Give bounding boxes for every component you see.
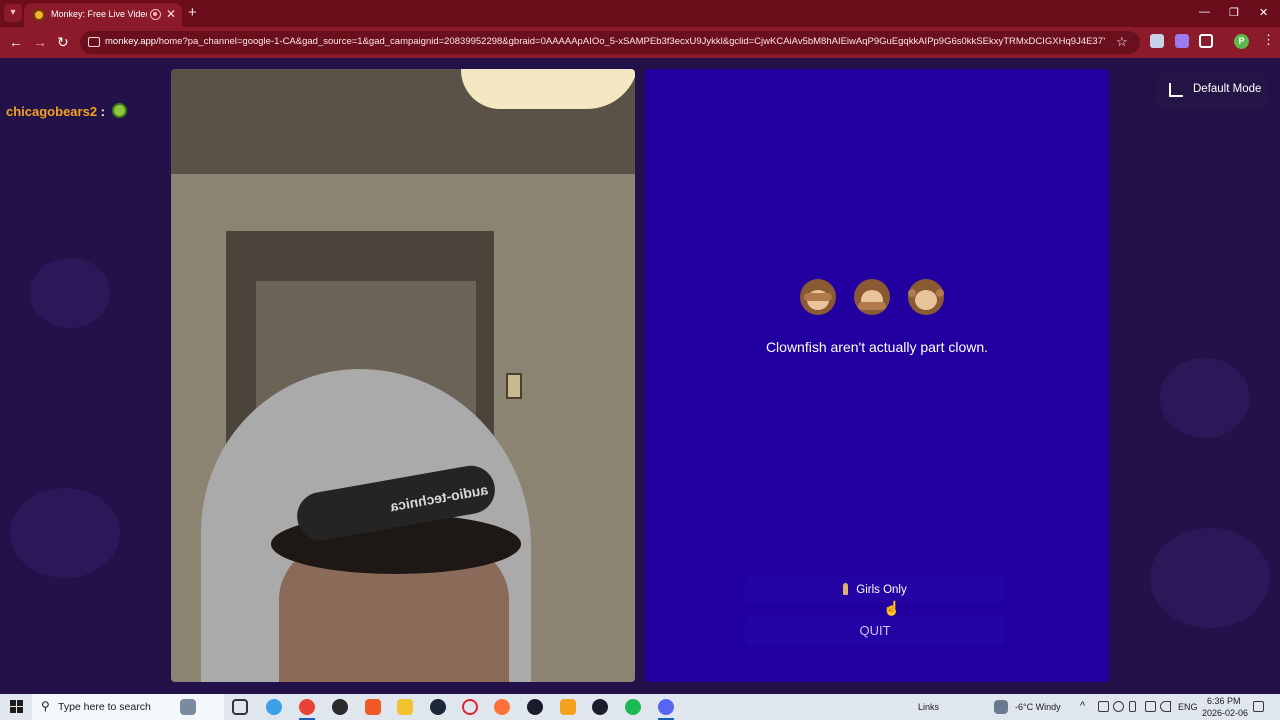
firefox-icon[interactable] — [494, 699, 510, 715]
weather-text[interactable]: -6°C Windy — [1015, 702, 1061, 712]
windows-start-icon[interactable] — [10, 700, 23, 713]
copilot-icon[interactable] — [266, 699, 282, 715]
monkey-app-page: chicagobears2 : audio-technica Clownfish… — [0, 58, 1280, 694]
girls-only-label: Girls Only — [856, 584, 907, 596]
windows-taskbar: ⚲ Type here to search Links -6°C Windy ^… — [0, 694, 1280, 720]
brave-icon[interactable] — [365, 699, 381, 715]
forward-button[interactable]: → — [33, 34, 47, 50]
network-icon[interactable] — [1145, 701, 1156, 712]
bookmark-star-icon[interactable]: ☆ — [1116, 34, 1128, 50]
sandbox-icon[interactable] — [180, 699, 196, 715]
back-button[interactable]: ← — [9, 34, 23, 50]
window-minimize-button[interactable]: — — [1199, 6, 1210, 18]
chat-message: chicagobears2 : — [6, 103, 127, 119]
profile-avatar[interactable]: P — [1234, 34, 1249, 49]
browser-toolbar: ← → ↻ monkey.app/home?pa_channel=google-… — [0, 27, 1280, 58]
see-no-evil-monkey-icon — [800, 279, 836, 315]
girl-icon — [843, 583, 849, 595]
browser-menu-button[interactable]: ⋮ — [1262, 33, 1275, 47]
show-hidden-icons-chevron-icon[interactable]: ^ — [1080, 700, 1085, 712]
app-icon[interactable] — [560, 699, 576, 715]
weather-icon — [994, 700, 1008, 714]
self-video-feed: audio-technica — [171, 69, 635, 682]
background-blob — [1150, 528, 1270, 628]
tray-app-icon[interactable] — [1098, 701, 1109, 712]
chat-separator: : — [100, 104, 106, 119]
recording-indicator-icon — [150, 9, 161, 20]
extensions-puzzle-icon[interactable] — [1199, 34, 1213, 48]
monkey-favicon-icon — [33, 9, 45, 21]
video-light-switch — [506, 373, 522, 399]
language-indicator[interactable]: ENG — [1178, 702, 1198, 712]
address-bar[interactable]: monkey.app/home?pa_channel=google-1-CA&g… — [80, 31, 1140, 54]
microphone-icon[interactable] — [1129, 701, 1136, 712]
stranger-video-panel: Clownfish aren't actually part clown. Gi… — [645, 69, 1109, 682]
window-close-button[interactable]: ✕ — [1259, 6, 1268, 19]
browser-tab-bar: ▾ Monkey: Free Live Video Ch ✕ + — ❐ ✕ — [0, 0, 1280, 27]
frog-emoji-icon — [111, 103, 127, 118]
tab-title: Monkey: Free Live Video Ch — [51, 9, 147, 19]
clock-date[interactable]: 2026-02-06 — [1202, 708, 1248, 718]
video-ceiling-lamp — [461, 69, 635, 109]
reload-button[interactable]: ↻ — [57, 34, 69, 50]
speak-no-evil-monkey-icon — [854, 279, 890, 315]
background-blob — [30, 258, 110, 328]
extension-icon[interactable] — [1150, 34, 1164, 48]
window-restore-button[interactable]: ❐ — [1229, 6, 1239, 19]
opera-icon[interactable] — [462, 699, 478, 715]
new-tab-button[interactable]: + — [188, 4, 197, 22]
monkey-emoji-row — [800, 279, 960, 315]
default-mode-button[interactable]: Default Mode — [1157, 71, 1267, 109]
clock-time[interactable]: 6:36 PM — [1207, 696, 1241, 706]
fun-fact-text: Clownfish aren't actually part clown. — [765, 339, 989, 355]
discord-icon[interactable] — [658, 699, 674, 715]
tray-app-icon[interactable] — [1113, 701, 1124, 712]
links-toolbar-label[interactable]: Links — [918, 702, 939, 712]
volume-icon[interactable] — [1160, 701, 1171, 712]
chat-username: chicagobears2 — [6, 104, 98, 119]
search-icon: ⚲ — [41, 699, 50, 713]
background-blob — [1160, 358, 1250, 438]
steam-icon[interactable] — [430, 699, 446, 715]
quit-button[interactable]: QUIT — [745, 617, 1005, 645]
camera-permission-icon[interactable] — [88, 37, 100, 47]
tab-close-button[interactable]: ✕ — [166, 7, 176, 21]
nordvpn-icon[interactable] — [332, 699, 348, 715]
file-explorer-icon[interactable] — [397, 699, 413, 715]
girls-only-button[interactable]: Girls Only — [745, 577, 1005, 603]
hear-no-evil-monkey-icon — [908, 279, 944, 315]
extension-icon[interactable] — [1175, 34, 1189, 48]
chrome-icon[interactable] — [299, 699, 315, 715]
background-blob — [10, 488, 120, 578]
spotify-icon[interactable] — [625, 699, 641, 715]
browser-tab-active[interactable]: Monkey: Free Live Video Ch ✕ — [24, 3, 182, 27]
mouse-cursor-icon: ☝ — [883, 600, 901, 616]
url-text[interactable]: monkey.app/home?pa_channel=google-1-CA&g… — [105, 36, 1105, 47]
taskbar-search-placeholder: Type here to search — [58, 701, 151, 713]
notifications-icon[interactable] — [1253, 701, 1264, 712]
default-mode-label: Default Mode — [1193, 83, 1262, 95]
tab-search-button[interactable]: ▾ — [4, 4, 22, 22]
task-view-icon[interactable] — [232, 699, 248, 715]
media-player-icon[interactable] — [527, 699, 543, 715]
collapse-icon — [1169, 83, 1183, 97]
arrow-app-icon[interactable] — [592, 699, 608, 715]
